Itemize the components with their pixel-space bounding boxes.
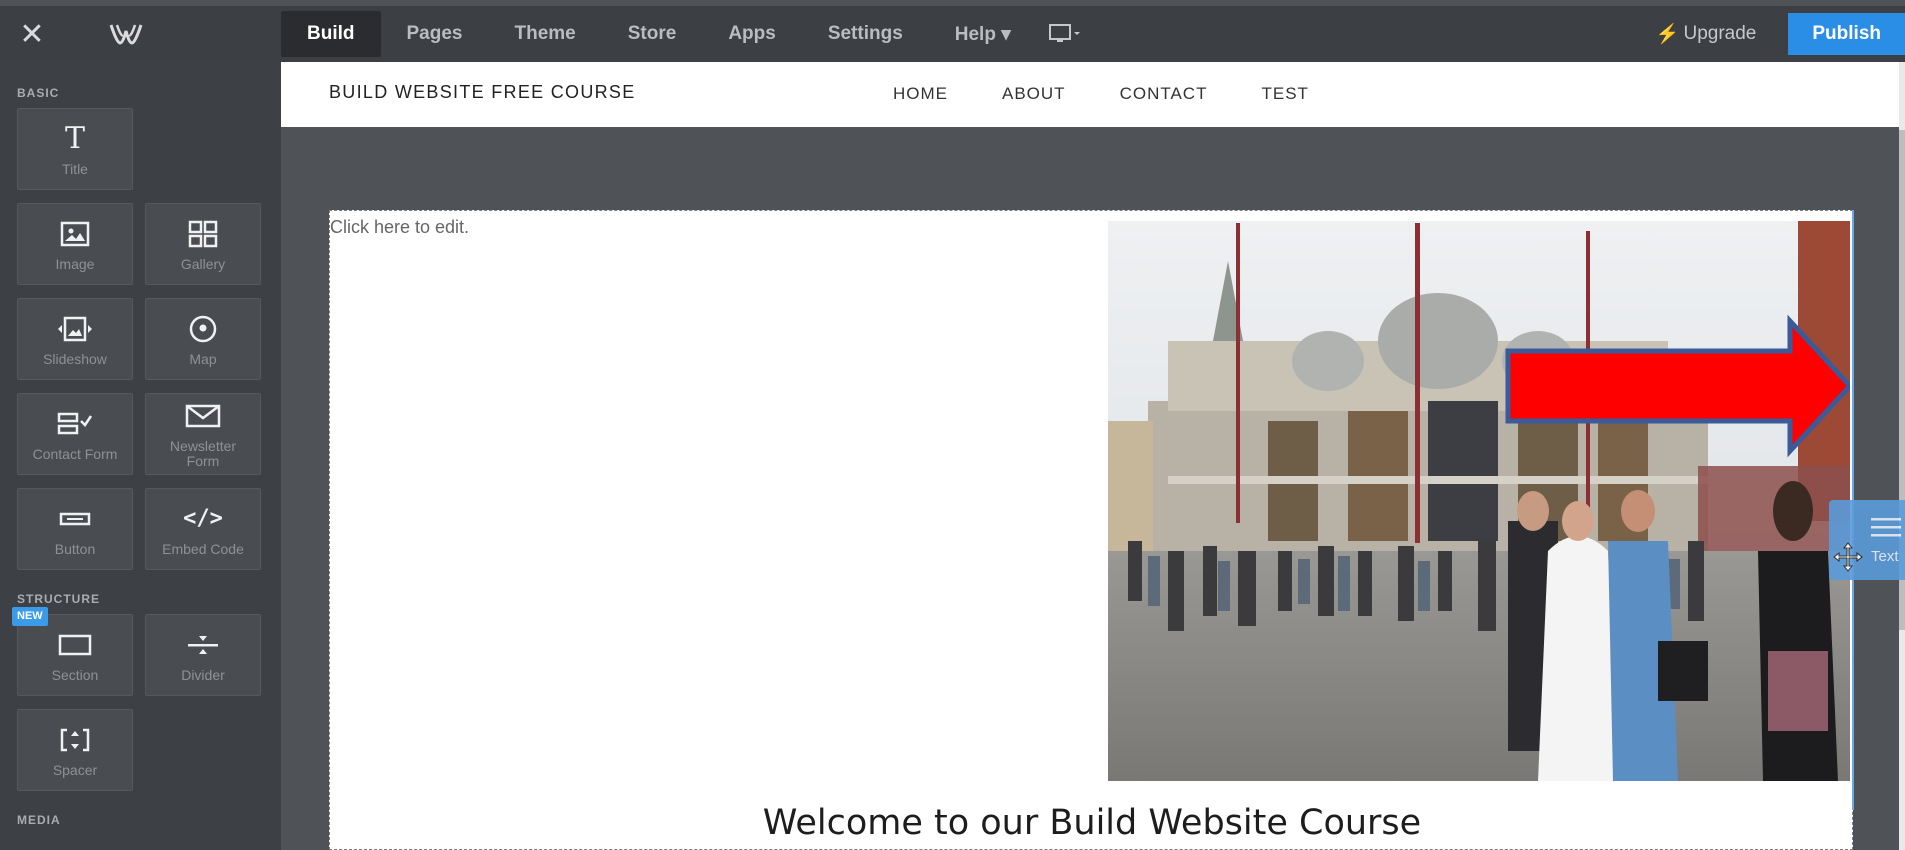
- site-title[interactable]: BUILD WEBSITE FREE COURSE: [329, 82, 636, 103]
- click-to-edit-text[interactable]: Click here to edit.: [330, 217, 469, 238]
- section-label-basic: BASIC: [17, 86, 60, 100]
- envelope-icon: [185, 399, 221, 433]
- tile-gallery[interactable]: Gallery: [145, 203, 261, 285]
- desktop-icon[interactable]: [1037, 11, 1093, 57]
- text-element-drag-handle[interactable]: Text: [1829, 500, 1905, 580]
- welcome-heading[interactable]: Welcome to our Build Website Course: [330, 803, 1854, 843]
- nav-theme[interactable]: Theme: [488, 11, 601, 57]
- site-header: BUILD WEBSITE FREE COURSE HOME ABOUT CON…: [281, 62, 1899, 127]
- move-cursor-icon: [1833, 542, 1863, 572]
- drop-tab-label: Text: [1871, 548, 1899, 565]
- section-icon: [58, 628, 92, 662]
- nav-apps[interactable]: Apps: [702, 11, 802, 57]
- tile-section[interactable]: NEW Section: [12, 607, 133, 696]
- nav-settings[interactable]: Settings: [802, 11, 929, 57]
- venice-photo[interactable]: [1108, 221, 1850, 781]
- site-nav-contact[interactable]: CONTACT: [1120, 84, 1208, 104]
- tile-map[interactable]: Map: [145, 298, 261, 380]
- tile-title[interactable]: T Title: [17, 108, 133, 190]
- slideshow-icon: [55, 312, 95, 346]
- tile-label: Image: [55, 255, 95, 272]
- nav-pages[interactable]: Pages: [381, 11, 489, 57]
- tile-label: Section: [51, 666, 99, 683]
- toolbar-left: ✕: [0, 6, 281, 62]
- tile-label: Divider: [181, 666, 225, 683]
- tile-image[interactable]: Image: [17, 203, 133, 285]
- structure-elements: NEW Section Divider Spacer: [12, 607, 281, 791]
- gallery-icon: [188, 217, 218, 251]
- tile-spacer[interactable]: Spacer: [17, 709, 133, 791]
- element-sidebar: BASIC T Title Image Gallery Slideshow Ma…: [0, 62, 281, 850]
- main-nav: Build Pages Theme Store Apps Settings He…: [281, 6, 1093, 62]
- nav-help[interactable]: Help ▾: [929, 11, 1037, 57]
- weebly-logo: [94, 6, 158, 62]
- tile-label: Title: [62, 160, 88, 177]
- tile-slideshow[interactable]: Slideshow: [17, 298, 133, 380]
- contact-form-icon: [57, 407, 93, 441]
- section-label-structure: STRUCTURE: [17, 592, 100, 606]
- tile-contact-form[interactable]: Contact Form: [17, 393, 133, 475]
- code-icon: </>: [183, 506, 223, 531]
- upgrade-label: Upgrade: [1683, 23, 1757, 44]
- tile-label: Slideshow: [43, 350, 107, 367]
- tile-label: Map: [189, 350, 217, 367]
- lines-icon: [1871, 518, 1901, 537]
- site-nav: HOME ABOUT CONTACT TEST: [893, 84, 1309, 104]
- site-nav-test[interactable]: TEST: [1261, 84, 1308, 104]
- tile-label: Newsletter Form: [169, 438, 237, 469]
- upgrade-link[interactable]: ⚡ Upgrade: [1656, 22, 1757, 46]
- tile-embed-code[interactable]: </> Embed Code: [145, 488, 261, 570]
- tile-label: Spacer: [52, 761, 98, 778]
- button-icon: [59, 502, 91, 536]
- tile-label: Gallery: [180, 255, 226, 272]
- publish-button[interactable]: Publish: [1788, 13, 1905, 55]
- tile-button[interactable]: Button: [17, 488, 133, 570]
- new-badge: NEW: [12, 607, 48, 626]
- title-icon: T: [64, 121, 85, 156]
- site-nav-home[interactable]: HOME: [893, 84, 948, 104]
- nav-store[interactable]: Store: [602, 11, 703, 57]
- lightning-icon: ⚡: [1655, 24, 1680, 45]
- image-icon: [60, 217, 90, 251]
- site-nav-about[interactable]: ABOUT: [1002, 84, 1066, 104]
- tile-divider[interactable]: Divider: [145, 614, 261, 696]
- tile-label: Contact Form: [32, 445, 118, 462]
- top-toolbar: ✕ Build Pages Theme Store Apps Settings …: [0, 6, 1905, 62]
- toolbar-right: ⚡ Upgrade Publish: [1656, 6, 1905, 62]
- nav-build[interactable]: Build: [281, 11, 381, 57]
- basic-elements: T Title Image Gallery Slideshow Map Cont…: [17, 108, 281, 570]
- close-icon[interactable]: ✕: [0, 6, 64, 62]
- section-label-media: MEDIA: [17, 813, 61, 827]
- tile-label: Button: [54, 540, 96, 557]
- tile-label: Embed Code: [162, 540, 244, 557]
- content-section[interactable]: Click here to edit. Welcome to our Build…: [329, 210, 1853, 850]
- spacer-icon: [59, 723, 91, 757]
- tile-newsletter-form[interactable]: Newsletter Form: [145, 393, 261, 475]
- divider-icon: [186, 628, 220, 662]
- map-pin-icon: [188, 312, 218, 346]
